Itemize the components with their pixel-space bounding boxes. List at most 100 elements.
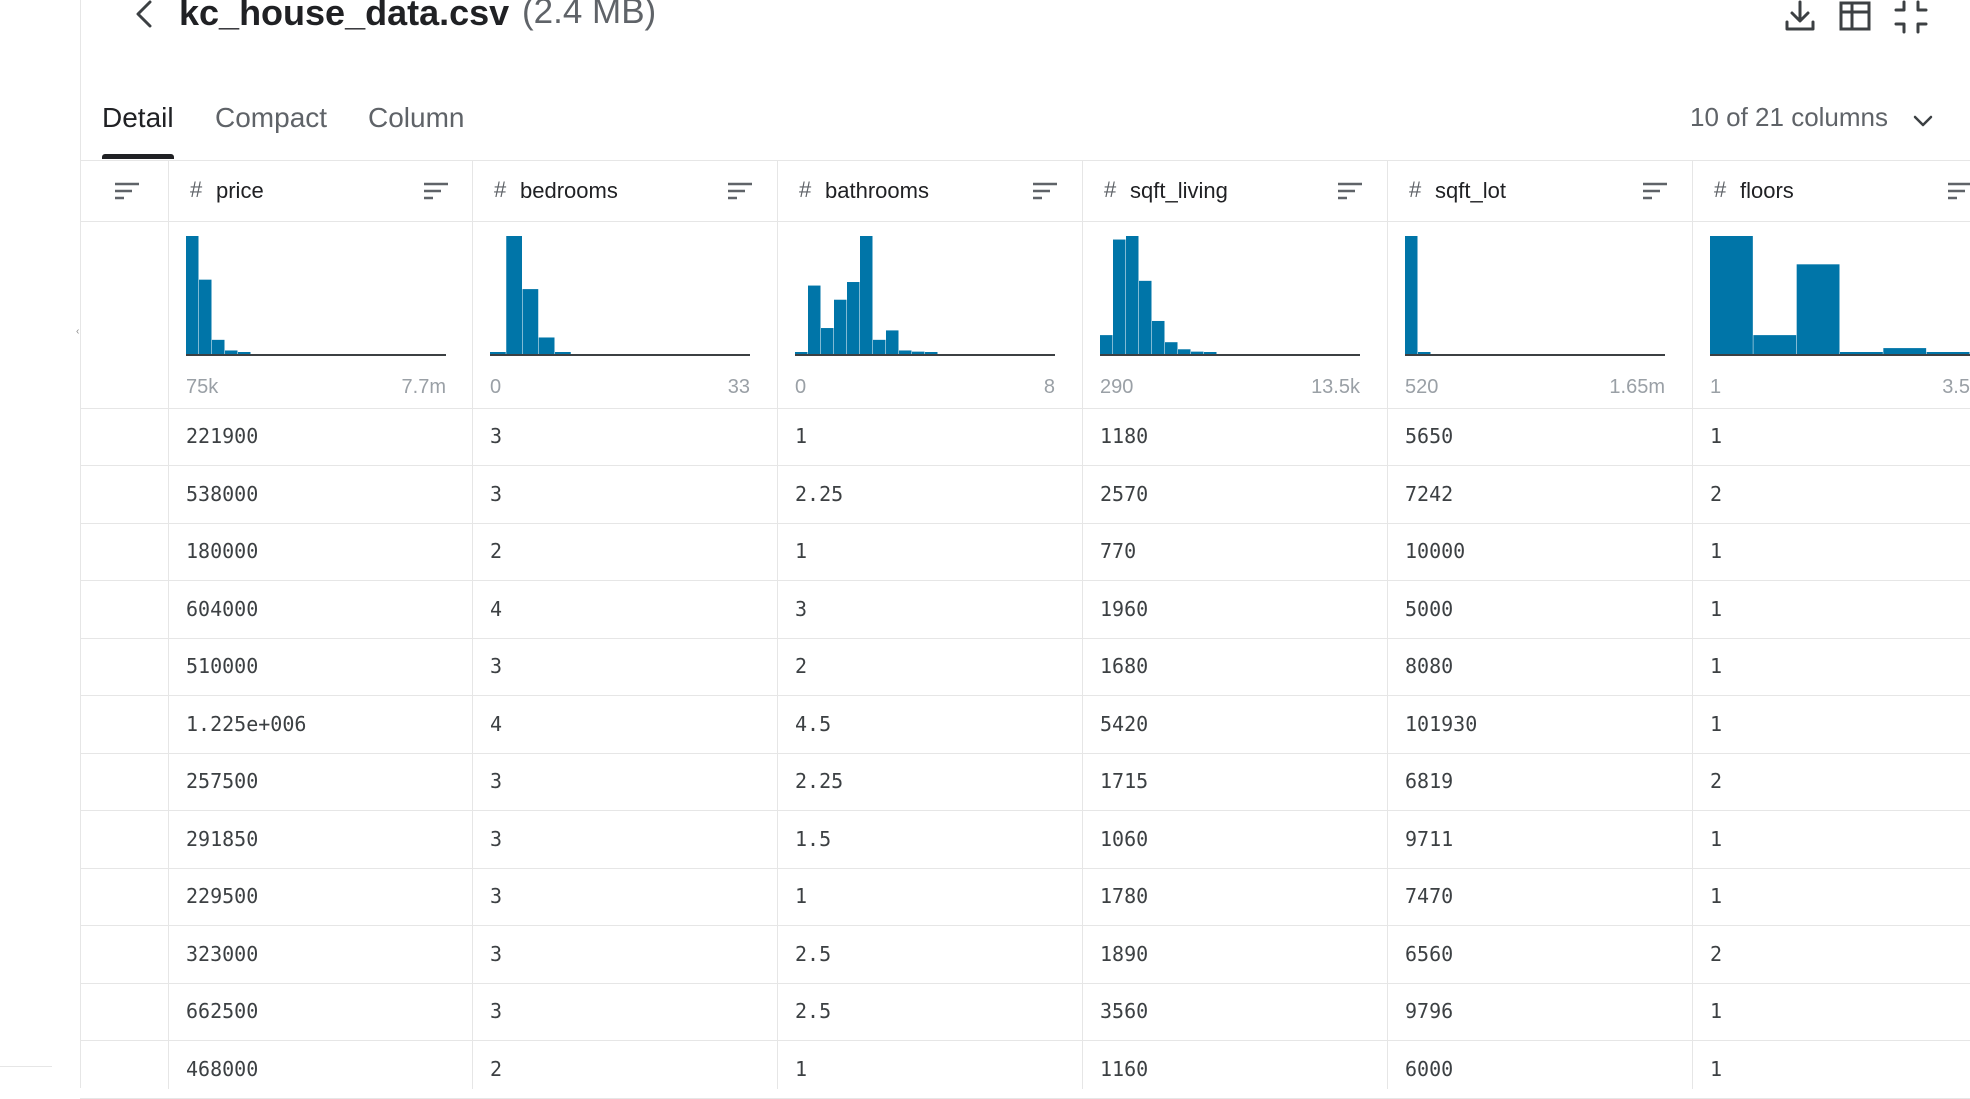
tab-compact[interactable]: Compact	[215, 102, 327, 134]
histogram-bar[interactable]	[199, 279, 212, 354]
histogram-bar[interactable]	[886, 330, 899, 354]
column-header-sqft_living[interactable]: # sqft_living	[1082, 161, 1387, 221]
table-row[interactable]: 291850 3 1.5 1060 9711 1	[80, 811, 1970, 869]
column-sort-button[interactable]	[727, 181, 753, 201]
table-view-button[interactable]	[1838, 0, 1872, 34]
histogram-bar[interactable]	[506, 236, 522, 354]
histogram-bar[interactable]	[1126, 236, 1139, 354]
histogram-bar[interactable]	[899, 350, 912, 354]
column-sort-button[interactable]	[1642, 181, 1668, 201]
histogram-bar[interactable]	[1926, 352, 1970, 354]
histogram-bar[interactable]	[860, 236, 873, 354]
histogram-bar[interactable]	[1405, 236, 1418, 354]
histogram-bar[interactable]	[225, 350, 238, 354]
histogram-bar[interactable]	[821, 328, 834, 354]
table-cell-price: 604000	[186, 596, 259, 621]
table-cell-sqft_lot: 6819	[1405, 769, 1454, 793]
histogram-bar[interactable]	[795, 352, 808, 354]
table-cell-bathrooms: 1	[795, 539, 808, 563]
row-sort-button[interactable]	[114, 181, 140, 201]
histogram-min-label: 0	[795, 376, 807, 398]
table-cell-sqft_living: 1680	[1100, 654, 1149, 678]
histogram-bar[interactable]	[912, 351, 925, 354]
histogram-bar[interactable]	[1191, 351, 1204, 354]
histogram-bar[interactable]	[538, 337, 555, 354]
histogram-bar[interactable]	[1178, 349, 1191, 354]
download-button[interactable]	[1783, 0, 1817, 34]
table-row[interactable]: 221900 3 1 1180 5650 1	[80, 408, 1970, 466]
column-header-bedrooms[interactable]: # bedrooms	[472, 161, 777, 221]
table-row[interactable]: 510000 3 2 1680 8080 1	[80, 638, 1970, 696]
table-cell-price: 257500	[186, 769, 259, 793]
table-cell-price: 662500	[186, 999, 259, 1023]
numeric-type-icon: #	[799, 177, 812, 202]
column-header-price[interactable]: # price	[168, 161, 473, 221]
table-row[interactable]: 662500 3 2.5 3560 9796 1	[80, 983, 1970, 1041]
histogram-bar[interactable]	[1152, 320, 1165, 354]
column-sort-button[interactable]	[1337, 181, 1363, 201]
histogram-bar[interactable]	[1418, 352, 1431, 354]
histogram-sqft_lot: 520 1.65m	[1405, 234, 1665, 398]
histogram-bar[interactable]	[834, 299, 847, 354]
column-sort-button[interactable]	[1947, 181, 1970, 201]
histogram-bar[interactable]	[1139, 280, 1152, 354]
histogram-bar[interactable]	[1165, 342, 1178, 354]
histogram-bar[interactable]	[1883, 348, 1927, 354]
column-sort-button[interactable]	[1032, 181, 1058, 201]
histogram-bar[interactable]	[555, 352, 571, 354]
histogram-bar[interactable]	[186, 236, 199, 354]
histogram-bar[interactable]	[238, 352, 251, 354]
sort-icon	[115, 182, 139, 200]
histogram-bar[interactable]	[1753, 335, 1797, 354]
histogram-bar[interactable]	[1840, 352, 1883, 354]
table-row[interactable]: 180000 2 1 770 10000 1	[80, 523, 1970, 581]
histogram-bar[interactable]	[490, 352, 506, 354]
table-row[interactable]: 1.225e+006 4 4.5 5420 101930 1	[80, 696, 1970, 754]
active-tab-indicator	[102, 154, 174, 159]
histogram-bar[interactable]	[1710, 236, 1753, 354]
histogram-bar[interactable]	[212, 339, 225, 354]
table-cell-bedrooms: 3	[490, 941, 503, 966]
histogram-chart	[490, 236, 750, 356]
column-sort-button[interactable]	[423, 181, 449, 201]
histogram-bar[interactable]	[847, 282, 860, 354]
tab-column[interactable]: Column	[368, 102, 464, 134]
table-row[interactable]: 538000 3 2.25 2570 7242 2	[80, 466, 1970, 524]
table-cell-sqft_lot: 6560	[1405, 941, 1454, 966]
table-row[interactable]: 257500 3 2.25 1715 6819 2	[80, 753, 1970, 811]
histogram-bar[interactable]	[873, 339, 886, 354]
histogram-bar[interactable]	[1796, 264, 1840, 354]
column-header-floors[interactable]: # floors	[1692, 161, 1970, 221]
table-cell-sqft_lot: 9711	[1405, 826, 1454, 851]
table-row[interactable]: 604000 4 3 1960 5000 1	[80, 581, 1970, 639]
table-cell-bedrooms: 4	[490, 596, 503, 621]
column-header-sqft_lot[interactable]: # sqft_lot	[1387, 161, 1692, 221]
histogram-min-label: 0	[490, 376, 502, 398]
table-icon	[1839, 1, 1871, 31]
histogram-bar[interactable]	[925, 352, 938, 354]
table-cell-price: 180000	[186, 539, 259, 563]
histogram-chart	[1405, 236, 1665, 356]
histogram-bar[interactable]	[1113, 239, 1126, 354]
back-button[interactable]	[130, 0, 160, 30]
histogram-min-label: 520	[1405, 376, 1439, 398]
column-header-bathrooms[interactable]: # bathrooms	[777, 161, 1082, 221]
histogram-bar[interactable]	[1100, 335, 1113, 354]
sort-icon	[1948, 182, 1970, 200]
table-cell-sqft_living: 1780	[1100, 884, 1149, 908]
table-cell-bathrooms: 1.5	[795, 826, 832, 851]
histogram-bar[interactable]	[808, 285, 821, 354]
column-header-row: # price # bedrooms # bathrooms # sqft_living # sq…	[80, 161, 1970, 222]
histogram-bar[interactable]	[1204, 352, 1217, 354]
download-icon	[1785, 0, 1815, 31]
table-cell-sqft_lot: 5650	[1405, 424, 1454, 448]
table-cell-bedrooms: 3	[490, 424, 503, 448]
table-row[interactable]: 229500 3 1 1780 7470 1	[80, 868, 1970, 926]
table-row[interactable]: 323000 3 2.5 1890 6560 2	[80, 926, 1970, 984]
exit-fullscreen-button[interactable]	[1894, 0, 1928, 34]
columns-selector[interactable]: 10 of 21 columns	[1690, 102, 1933, 135]
table-cell-price: 291850	[186, 826, 259, 851]
table-row[interactable]: 468000 2 1 1160 6000 1	[80, 1041, 1970, 1099]
tab-detail[interactable]: Detail	[102, 102, 174, 134]
histogram-bar[interactable]	[522, 289, 539, 354]
